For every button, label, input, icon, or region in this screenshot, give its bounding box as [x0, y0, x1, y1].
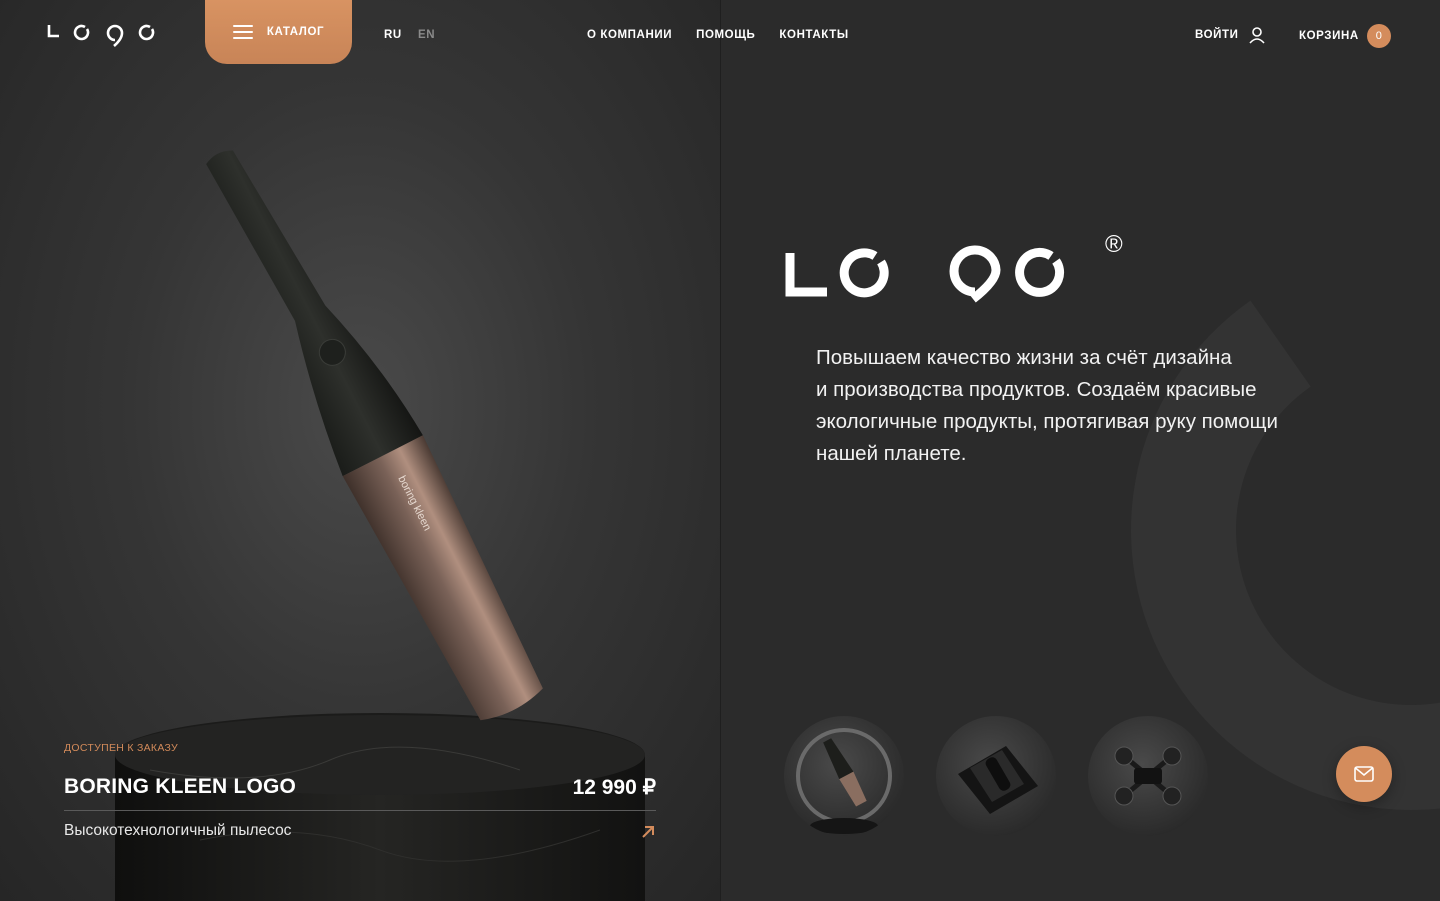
login-label: ВОЙТИ	[1195, 29, 1239, 41]
catalog-label: КАТАЛОГ	[266, 26, 325, 38]
mail-button[interactable]	[1336, 746, 1392, 802]
brand-logo-large: ®	[785, 231, 1123, 303]
cart-count-badge: 0	[1366, 24, 1391, 48]
drone-thumbnail[interactable]	[1088, 716, 1208, 836]
user-icon	[1248, 27, 1265, 44]
product-name[interactable]: BORING KLEEN LOGO	[64, 775, 296, 799]
hero-left-panel: boring kleen ДОСТУПЕН К ЗАКАЗУ BORING KL…	[0, 0, 720, 901]
bottle-box-thumbnail[interactable]	[936, 716, 1056, 836]
product-image: boring kleen	[115, 150, 645, 901]
nav-contacts[interactable]: КОНТАКТЫ	[779, 29, 848, 41]
cart-button[interactable]: КОРЗИНА 0	[1299, 24, 1391, 48]
catalog-button[interactable]: КАТАЛОГ	[205, 0, 352, 64]
lang-en[interactable]: EN	[418, 29, 435, 41]
login-button[interactable]: ВОЙТИ	[1195, 26, 1266, 44]
hero-right-panel: ® Повышаем качество жизни за счёт дизайн…	[721, 0, 1440, 901]
cart-label: КОРЗИНА	[1299, 30, 1359, 42]
divider	[64, 810, 656, 811]
arrow-up-right-icon[interactable]	[640, 824, 656, 840]
vacuum-thumbnail-image	[796, 728, 892, 834]
lang-ru[interactable]: RU	[384, 29, 402, 41]
tagline-line: нашей планете.	[816, 442, 967, 465]
nav-about[interactable]: О КОМПАНИИ	[587, 29, 672, 41]
drone-thumbnail-image	[1114, 746, 1182, 806]
tagline-line: Повышаем качество жизни за счёт дизайна	[816, 346, 1232, 369]
mail-icon	[1354, 766, 1374, 782]
registered-mark: ®	[1105, 231, 1123, 258]
availability-label: ДОСТУПЕН К ЗАКАЗУ	[64, 742, 179, 754]
site-header: КАТАЛОГ RU EN О КОМПАНИИ ПОМОЩЬ КОНТАКТЫ…	[0, 0, 1440, 72]
hero-tagline: Повышаем качество жизни за счёт дизайна …	[816, 342, 1356, 470]
nav-help[interactable]: ПОМОЩЬ	[696, 29, 755, 41]
product-price: 12 990 ₽	[572, 776, 656, 799]
menu-icon	[232, 25, 253, 39]
bottle-box-thumbnail-image	[958, 746, 1038, 814]
tagline-line: и производства продуктов. Создаём красив…	[816, 378, 1257, 401]
main-nav: О КОМПАНИИ ПОМОЩЬ КОНТАКТЫ	[587, 29, 849, 41]
brand-logo[interactable]	[46, 20, 158, 50]
tagline-line: экологичные продукты, протягивая руку по…	[816, 410, 1278, 433]
vacuum-thumbnail[interactable]	[784, 716, 904, 836]
product-description: Высокотехнологичный пылесос	[64, 822, 292, 839]
